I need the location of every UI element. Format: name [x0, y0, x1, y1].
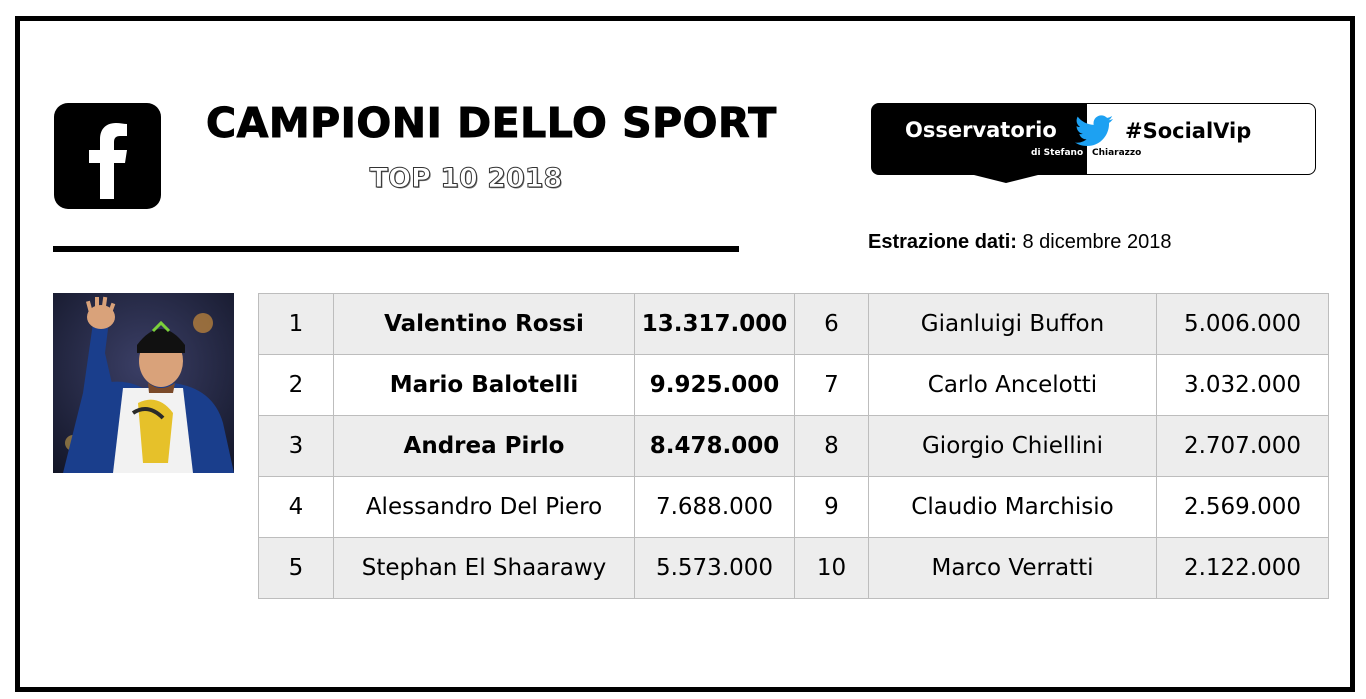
table-row: 4 Alessandro Del Piero 7.688.000 9 Claudio M…: [258, 476, 1329, 538]
rank-cell: 9: [794, 476, 869, 538]
extraction-separator: :: [1010, 231, 1017, 253]
name-cell: Alessandro Del Piero: [333, 476, 635, 538]
rank-cell: 2: [258, 354, 334, 416]
table-row: 2 Mario Balotelli 9.925.000 7 Carlo Ancelott…: [258, 354, 1329, 416]
rank-cell: 1: [258, 293, 334, 355]
name-cell: Stephan El Shaarawy: [333, 537, 635, 599]
name-cell: Giorgio Chiellini: [868, 415, 1157, 477]
extraction-label: Estrazione dati: [868, 231, 1011, 253]
name-cell: Gianluigi Buffon: [868, 293, 1157, 355]
value-cell: 7.688.000: [634, 476, 795, 538]
badge-pointer: [966, 173, 1046, 183]
title-divider: [53, 246, 739, 252]
extraction-date: Estrazione dati: 8 dicembre 2018: [868, 231, 1171, 254]
athlete-photo: [53, 293, 234, 473]
page-subtitle: TOP 10 2018: [369, 163, 563, 195]
ranking-table: 1 Valentino Rossi 13.317.000 6 Gianluigi Buf…: [258, 293, 1329, 599]
rank-cell: 3: [258, 415, 334, 477]
value-cell: 3.032.000: [1156, 354, 1329, 416]
osservatorio-badge: Osservatorio di Stefano Chiarazzo #Socia…: [871, 103, 1317, 183]
twitter-bird-icon: [1075, 115, 1113, 147]
table-row: 3 Andrea Pirlo 8.478.000 8 Giorgio Chiellini…: [258, 415, 1329, 477]
badge-byline-last: Chiarazzo: [1092, 148, 1142, 158]
name-cell: Marco Verratti: [868, 537, 1157, 599]
name-cell: Andrea Pirlo: [333, 415, 635, 477]
table-row: 5 Stephan El Shaarawy 5.573.000 10 Marco Ver…: [258, 537, 1329, 599]
infographic-frame: CAMPIONI DELLO SPORT TOP 10 2018 Osserva…: [15, 16, 1355, 692]
rank-cell: 10: [794, 537, 869, 599]
value-cell: 2.122.000: [1156, 537, 1329, 599]
badge-hashtag: #SocialVip: [1125, 119, 1252, 143]
name-cell: Claudio Marchisio: [868, 476, 1157, 538]
badge-brand: Osservatorio: [905, 118, 1057, 142]
facebook-icon: [54, 103, 161, 209]
value-cell: 2.707.000: [1156, 415, 1329, 477]
name-cell: Carlo Ancelotti: [868, 354, 1157, 416]
value-cell: 2.569.000: [1156, 476, 1329, 538]
name-cell: Valentino Rossi: [333, 293, 635, 355]
badge-byline-first: di Stefano: [1031, 148, 1084, 158]
extraction-value: 8 dicembre 2018: [1016, 231, 1172, 253]
rank-cell: 6: [794, 293, 869, 355]
rank-cell: 5: [258, 537, 334, 599]
value-cell: 13.317.000: [634, 293, 795, 355]
table-row: 1 Valentino Rossi 13.317.000 6 Gianluigi Buf…: [258, 293, 1329, 355]
name-cell: Mario Balotelli: [333, 354, 635, 416]
value-cell: 5.573.000: [634, 537, 795, 599]
value-cell: 5.006.000: [1156, 293, 1329, 355]
rank-cell: 8: [794, 415, 869, 477]
value-cell: 9.925.000: [634, 354, 795, 416]
rank-cell: 4: [258, 476, 334, 538]
value-cell: 8.478.000: [634, 415, 795, 477]
page-title: CAMPIONI DELLO SPORT: [206, 99, 777, 148]
rank-cell: 7: [794, 354, 869, 416]
